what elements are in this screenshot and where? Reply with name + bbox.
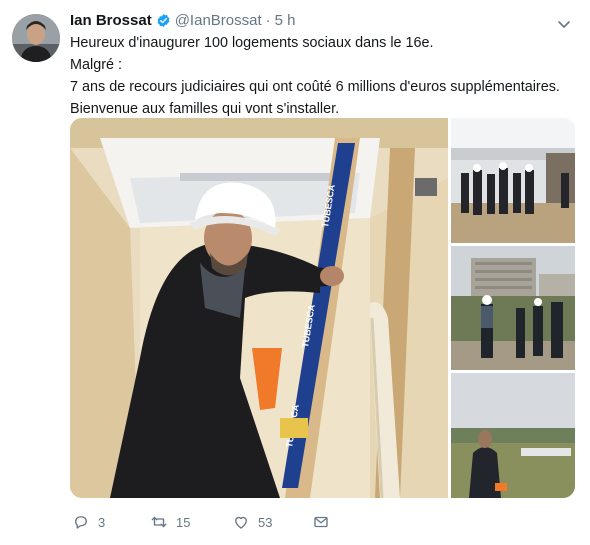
retweet-button[interactable]: 15 <box>150 510 190 534</box>
tweet-timestamp[interactable]: 5 h <box>275 12 296 29</box>
photo-thumbnail[interactable] <box>451 246 575 370</box>
tweet-line: 7 ans de recours judiciaires qui ont coû… <box>70 79 560 95</box>
media-gallery: TUBESCA TUBESCA TUBESCA <box>70 118 575 498</box>
reply-count: 3 <box>98 514 106 530</box>
tweet-text: Heureux d'inaugurer 100 logements sociau… <box>70 32 570 120</box>
tweet-line: Malgré : <box>70 57 122 73</box>
like-button[interactable]: 53 <box>232 510 272 534</box>
photo-thumbnail[interactable] <box>451 118 575 243</box>
retweet-icon <box>151 516 167 528</box>
retweet-count: 15 <box>176 514 191 530</box>
photo-main[interactable]: TUBESCA TUBESCA TUBESCA <box>70 118 448 498</box>
tweet-card[interactable]: Ian Brossat @IanBrossat · 5 h Heureux d'… <box>0 0 590 545</box>
tweet-line: Bienvenue aux familles qui vont s'instal… <box>70 101 340 117</box>
direct-message-button[interactable] <box>312 510 330 534</box>
tweet-actions: 3 15 53 <box>70 510 570 534</box>
tweet-header: Ian Brossat @IanBrossat · 5 h <box>70 12 296 29</box>
direct-message-icon <box>314 516 328 528</box>
verified-badge-icon <box>157 13 170 28</box>
author-name[interactable]: Ian Brossat <box>70 12 152 29</box>
avatar[interactable] <box>12 14 60 62</box>
separator-dot: · <box>265 12 271 29</box>
author-handle[interactable]: @IanBrossat <box>175 12 262 29</box>
like-icon <box>235 516 247 529</box>
reply-button[interactable]: 3 <box>72 510 105 534</box>
photo-thumbnail[interactable] <box>451 373 575 498</box>
like-count: 53 <box>258 514 273 530</box>
reply-icon <box>75 516 87 529</box>
tweet-line: Heureux d'inaugurer 100 logements sociau… <box>70 35 434 51</box>
chevron-down-icon[interactable] <box>556 16 572 32</box>
